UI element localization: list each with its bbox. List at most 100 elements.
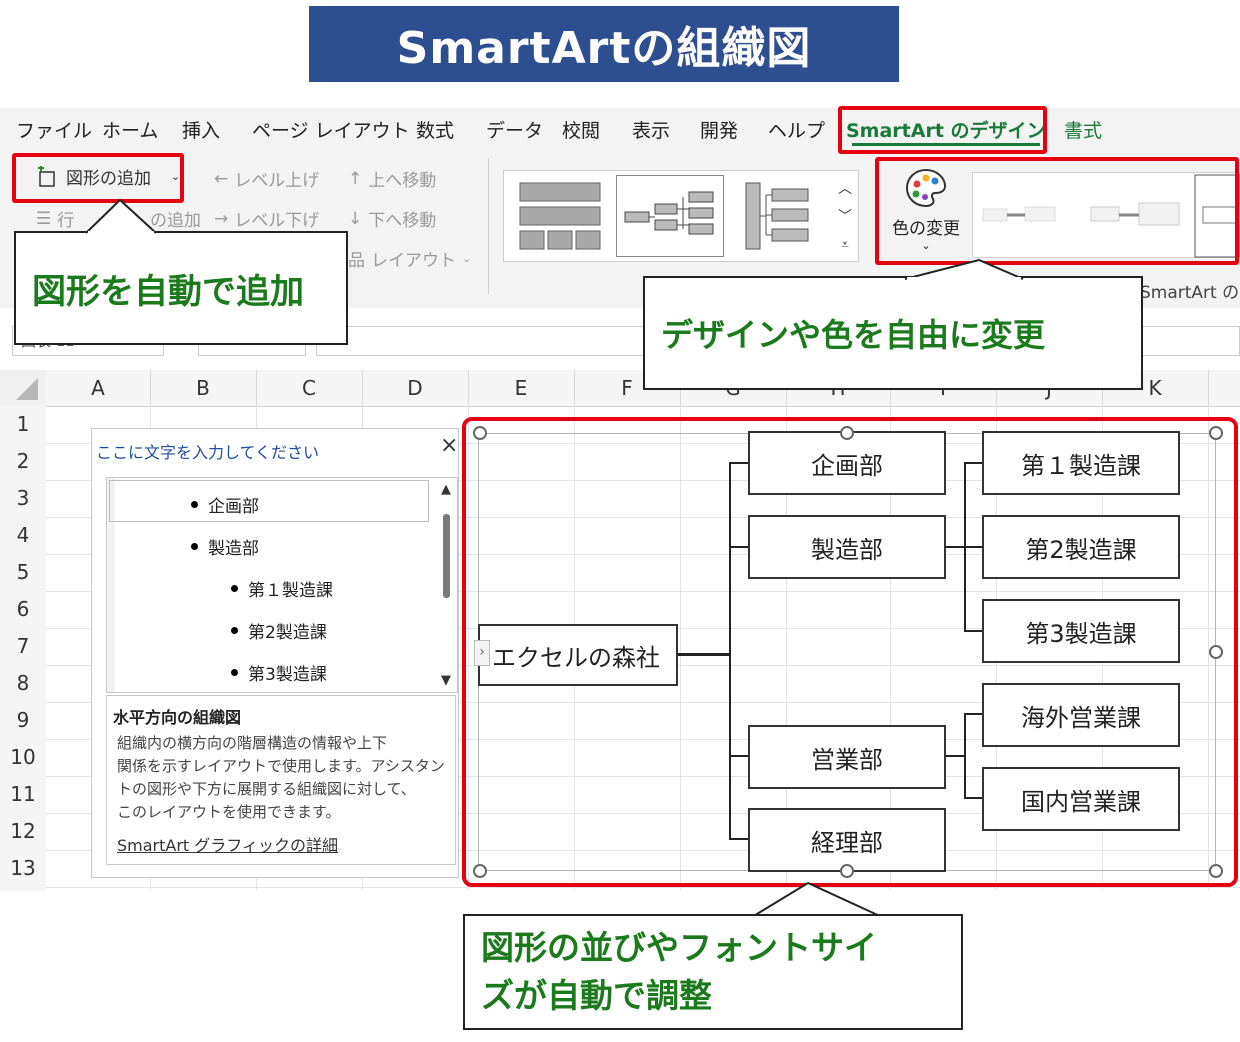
tab-insert[interactable]: 挿入 [182,110,220,152]
callout-add-auto-text: 図形を自動で追加 [32,271,304,312]
row-header-10[interactable]: 10 [0,739,46,777]
row-header-4[interactable]: 4 [0,517,46,555]
callout-auto-adjust: 図形の並びやフォントサイ ズが自動で調整 [463,914,963,1030]
close-icon[interactable]: × [440,433,458,458]
add-bullet-button[interactable]: ☰ 行 [36,206,75,232]
text-pane-description: 水平方向の組織図 組織内の横方向の階層構造の情報や上下 関係を示すレイアウトで使… [106,695,456,865]
move-up-label: 上へ移動 [368,171,437,191]
highlight-add-shape [12,153,184,203]
arrow-up-icon: ↑ [348,168,363,189]
tab-format[interactable]: 書式 [1064,110,1102,152]
layout-button[interactable]: 品レイアウト ⌄ [348,246,471,271]
list-item-label: 製造部 [208,539,259,559]
callout-design-pointer [905,258,1024,280]
row-header-2[interactable]: 2 [0,443,46,481]
page-banner-title: SmartArtの組織図 [309,6,899,82]
layout-label: レイアウト [371,251,456,271]
promote-label: レベル上げ [234,171,320,191]
styles-group-label: SmartArt の [1140,283,1240,303]
tab-home[interactable]: ホーム [102,110,158,152]
callout-add-auto-pointer [86,198,157,234]
tab-formulas[interactable]: 数式 [416,110,454,152]
more-icon[interactable]: ⩡ [834,231,856,259]
scroll-up-icon[interactable]: ▲ [435,482,457,497]
list-item-label: 企画部 [208,497,259,517]
description-line: 関係を示すレイアウトで使用します。アシスタン [117,757,445,775]
row-header-6[interactable]: 6 [0,591,46,629]
highlight-smartart [462,417,1238,887]
description-body: 組織内の横方向の階層構造の情報や上下 関係を示すレイアウトで使用します。アシスタ… [117,732,445,824]
arrow-left-icon: ← [214,168,229,189]
column-header-a[interactable]: A [46,370,151,406]
text-pane-title: ここに文字を入力してください [96,443,320,462]
chevron-up-icon[interactable]: ︿ [834,175,856,203]
scroll-down-icon[interactable]: ▼ [441,673,451,688]
column-header-c[interactable]: C [256,370,363,406]
list-item[interactable]: 第3製造課 [231,660,327,685]
text-pane-list: 企画部 製造部 第１製造課 第2製造課 第3製造課 ▲ ▼ [106,477,458,693]
list-item-label: 第2製造課 [248,623,327,643]
tab-file[interactable]: ファイル [16,110,92,152]
row-header-8[interactable]: 8 [0,665,46,703]
smartart-details-link[interactable]: SmartArt グラフィックの詳細 [117,832,338,856]
gallery-scroll[interactable]: ︿ ﹀ ⩡ [834,175,856,259]
move-up-button[interactable]: ↑ 上へ移動 [348,166,437,192]
ribbon-separator [488,158,489,294]
row-header-5[interactable]: 5 [0,554,46,592]
row-header-9[interactable]: 9 [0,702,46,740]
smartart-text-pane: ここに文字を入力してください × 企画部 製造部 第１製造課 第2製造課 第3製… [91,428,459,878]
add-bullet-label-left: 行 [57,211,75,231]
promote-button[interactable]: ← レベル上げ [214,166,320,192]
bullet-list-icon: ☰ [36,208,52,229]
callout-design-change: デザインや色を自由に変更 [643,276,1143,390]
column-header-d[interactable]: D [362,370,469,406]
callout-auto-adjust-line: 図形の並びやフォントサイ [481,928,877,967]
row-header-7[interactable]: 7 [0,628,46,666]
highlight-design-area [875,157,1239,265]
grid-line [46,887,1240,888]
select-all-corner[interactable] [0,370,46,406]
list-item[interactable]: 第2製造課 [231,618,327,643]
move-down-button[interactable]: ↓ 下へ移動 [348,206,437,232]
description-line: このレイアウトを使用できます。 [117,803,341,821]
callout-add-auto: 図形を自動で追加 [14,231,348,345]
move-down-label: 下へ移動 [368,211,437,231]
layout-gallery: ︿ ﹀ ⩡ [503,170,859,262]
tab-developer[interactable]: 開発 [700,110,738,152]
description-title: 水平方向の組織図 [113,708,242,727]
demote-button[interactable]: → レベル下げ [214,206,320,232]
scroll-thumb[interactable] [443,514,450,598]
list-item[interactable]: 第１製造課 [231,576,333,601]
row-header-partial [0,887,46,891]
arrow-down-icon: ↓ [348,208,363,229]
row-header-13[interactable]: 13 [0,850,46,888]
column-header-b[interactable]: B [150,370,257,406]
tab-page-layout[interactable]: ページ レイアウト [252,110,410,152]
list-scrollbar[interactable]: ▲ ▼ [435,478,457,692]
list-item[interactable]: 企画部 [191,492,259,517]
tab-view[interactable]: 表示 [632,110,670,152]
ribbon-tabs: ファイル ホーム 挿入 ページ レイアウト 数式 データ 校閲 表示 開発 ヘル… [0,110,1240,152]
list-item-selected[interactable] [109,480,429,522]
row-header-12[interactable]: 12 [0,813,46,851]
layout-thumb-horizontal-selected[interactable] [616,175,724,257]
tab-review[interactable]: 校閲 [562,110,600,152]
chevron-down-icon: ⌄ [462,252,472,265]
row-header-1[interactable]: 1 [0,406,46,444]
tab-data[interactable]: データ [486,110,543,152]
list-item-label: 第3製造課 [248,665,327,685]
list-item[interactable]: 製造部 [191,534,259,559]
row-header-3[interactable]: 3 [0,480,46,518]
arrow-right-icon: → [214,208,229,229]
demote-label: レベル下げ [234,211,320,231]
callout-adjust-pointer [752,881,883,918]
org-layout-icon: 品 [348,251,365,271]
column-header-e[interactable]: E [468,370,575,406]
tab-help[interactable]: ヘルプ [768,110,825,152]
description-line: 組織内の横方向の階層構造の情報や上下 [117,734,388,752]
layout-thumb-org[interactable] [514,179,606,253]
chevron-down-icon[interactable]: ﹀ [834,203,856,231]
description-line: トの図形や下方に展開する組織図に対して、 [117,780,416,798]
row-header-11[interactable]: 11 [0,776,46,814]
layout-thumb-hierarchy[interactable] [738,179,818,253]
